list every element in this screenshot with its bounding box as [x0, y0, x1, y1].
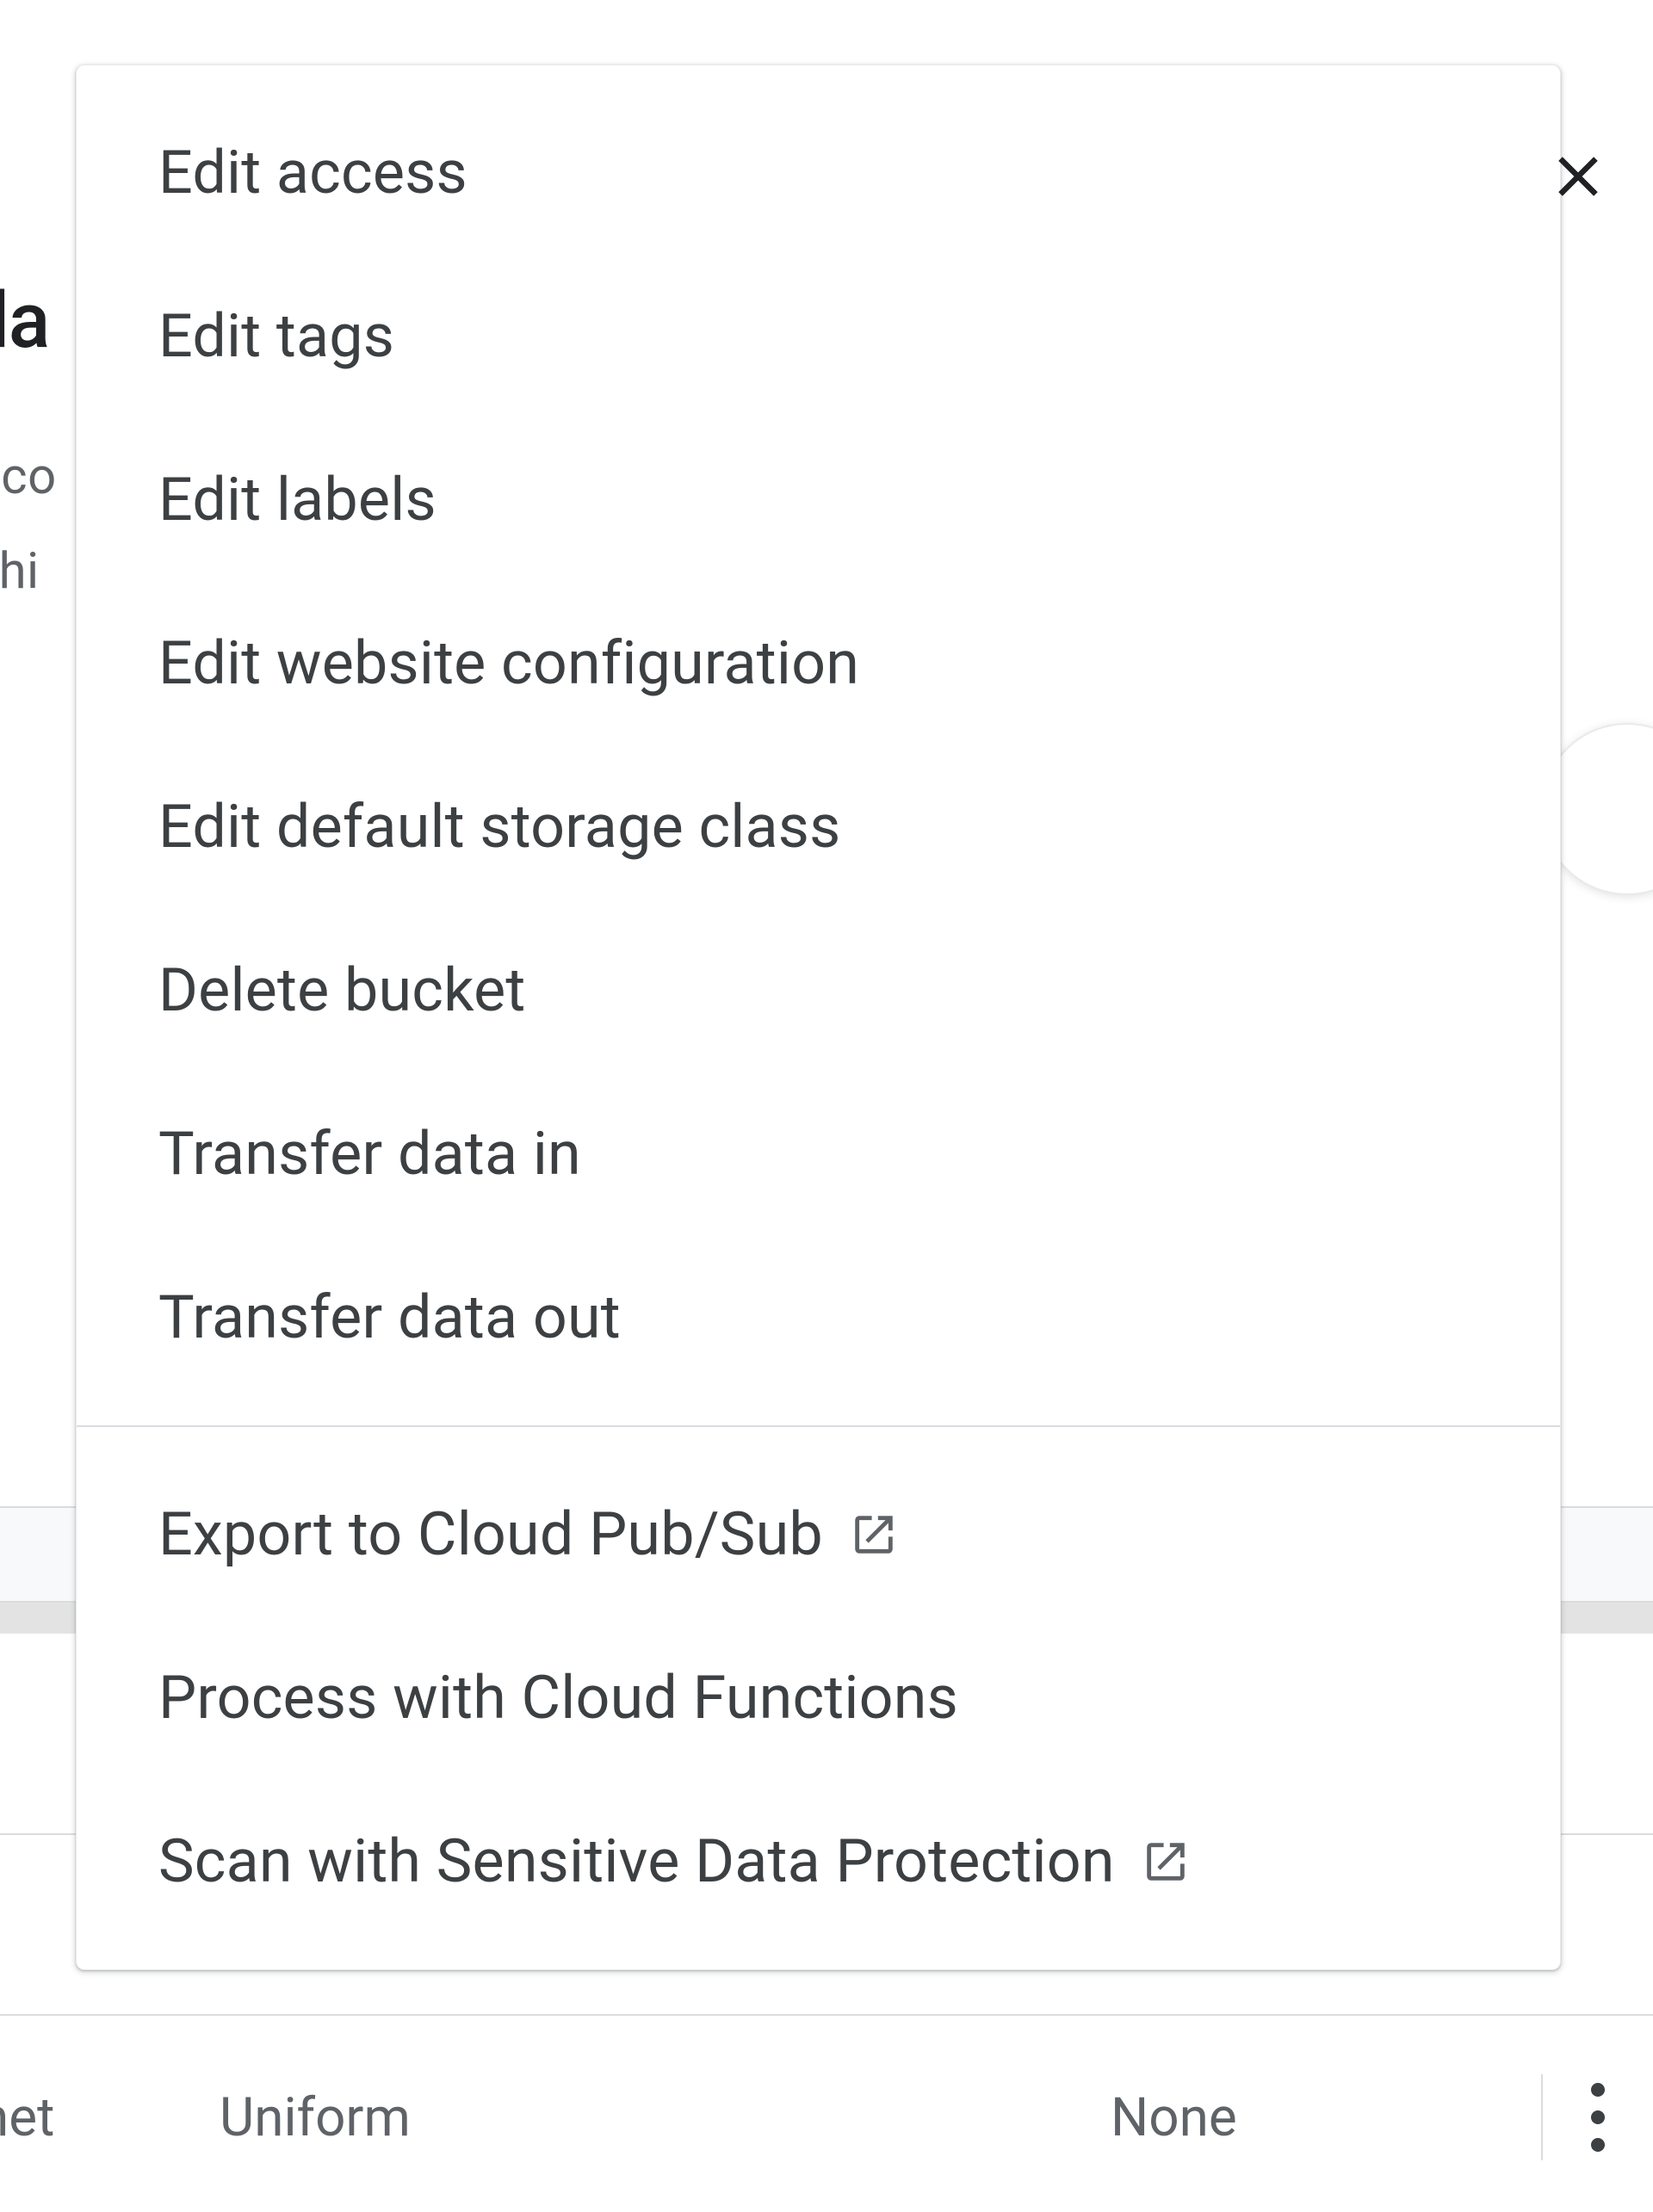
- panel-title-fragment: da: [0, 275, 49, 366]
- menu-item-export-pubsub[interactable]: Export to Cloud Pub/Sub: [77, 1453, 1560, 1616]
- table-cell-access-fragment: rnet: [0, 2086, 54, 2149]
- menu-section-secondary: Export to Cloud Pub/Sub Process with Clo…: [77, 1427, 1560, 1969]
- table-row-separator: [0, 2014, 1653, 2016]
- close-button[interactable]: [1531, 129, 1625, 224]
- menu-item-label: Delete bucket: [158, 955, 526, 1026]
- external-link-icon: [849, 1510, 899, 1560]
- menu-item-label: Edit default storage class: [158, 792, 840, 862]
- menu-item-label: Transfer data out: [158, 1282, 621, 1353]
- menu-item-label: Edit labels: [158, 465, 436, 535]
- menu-item-edit-tags[interactable]: Edit tags: [77, 255, 1560, 418]
- menu-item-edit-website-config[interactable]: Edit website configuration: [77, 582, 1560, 745]
- panel-desc-fragment-2: vhi: [0, 542, 40, 601]
- menu-item-label: Transfer data in: [158, 1119, 581, 1189]
- menu-item-label: Process with Cloud Functions: [158, 1663, 958, 1733]
- menu-item-label: Edit access: [158, 138, 467, 208]
- menu-item-edit-labels[interactable]: Edit labels: [77, 418, 1560, 582]
- menu-item-transfer-data-in[interactable]: Transfer data in: [77, 1072, 1560, 1236]
- close-icon: [1545, 143, 1612, 210]
- menu-item-transfer-data-out[interactable]: Transfer data out: [77, 1236, 1560, 1399]
- external-link-icon: [1141, 1837, 1191, 1887]
- menu-item-label: Scan with Sensitive Data Protection: [158, 1826, 1115, 1897]
- table-cell-access-control: Uniform: [220, 2086, 411, 2149]
- bucket-actions-menu: Edit access Edit tags Edit labels Edit w…: [76, 65, 1561, 1970]
- more-vert-icon: [1591, 2138, 1605, 2152]
- more-vert-icon: [1591, 2110, 1605, 2124]
- panel-desc-fragment-1: eco: [0, 448, 57, 506]
- menu-item-delete-bucket[interactable]: Delete bucket: [77, 909, 1560, 1072]
- table-row: rnet Uniform None: [0, 2023, 1653, 2212]
- menu-section-primary: Edit access Edit tags Edit labels Edit w…: [77, 65, 1560, 1425]
- menu-item-label: Export to Cloud Pub/Sub: [158, 1499, 823, 1570]
- menu-item-edit-default-storage-class[interactable]: Edit default storage class: [77, 745, 1560, 909]
- table-cell-protection: None: [1111, 2086, 1237, 2149]
- menu-item-process-cloud-functions[interactable]: Process with Cloud Functions: [77, 1616, 1560, 1780]
- menu-item-label: Edit tags: [158, 301, 394, 372]
- more-vert-icon: [1591, 2083, 1605, 2097]
- row-more-actions-button[interactable]: [1541, 2074, 1619, 2160]
- menu-item-scan-sensitive-data[interactable]: Scan with Sensitive Data Protection: [77, 1780, 1560, 1943]
- menu-item-edit-access[interactable]: Edit access: [77, 91, 1560, 255]
- menu-item-label: Edit website configuration: [158, 628, 859, 699]
